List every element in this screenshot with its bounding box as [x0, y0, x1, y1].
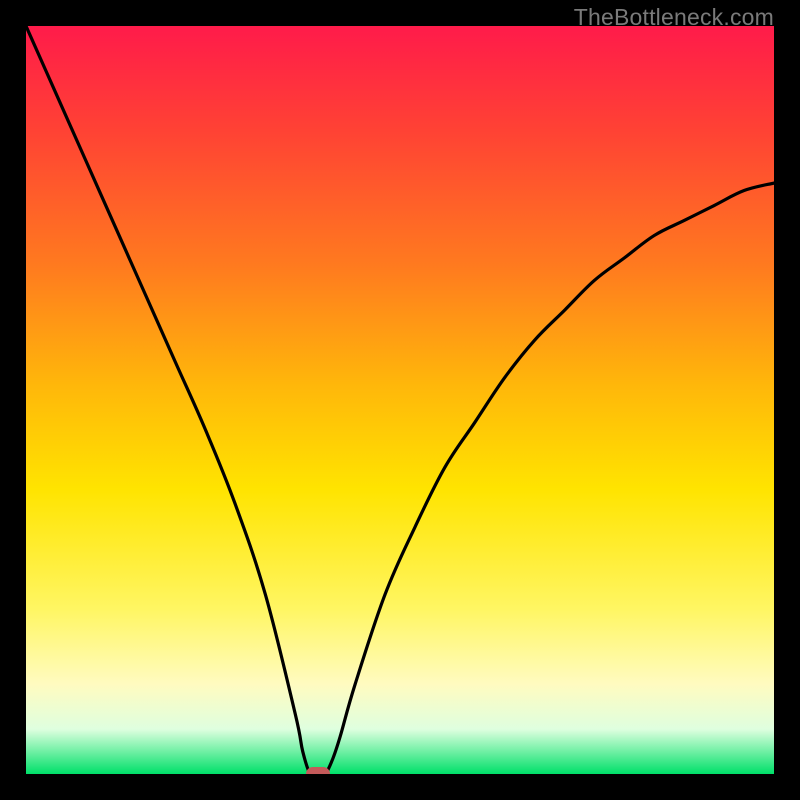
optimal-point-marker — [306, 767, 330, 774]
bottleneck-curve — [26, 26, 774, 774]
chart-frame: TheBottleneck.com — [0, 0, 800, 800]
watermark-text: TheBottleneck.com — [574, 4, 774, 31]
plot-area — [26, 26, 774, 774]
